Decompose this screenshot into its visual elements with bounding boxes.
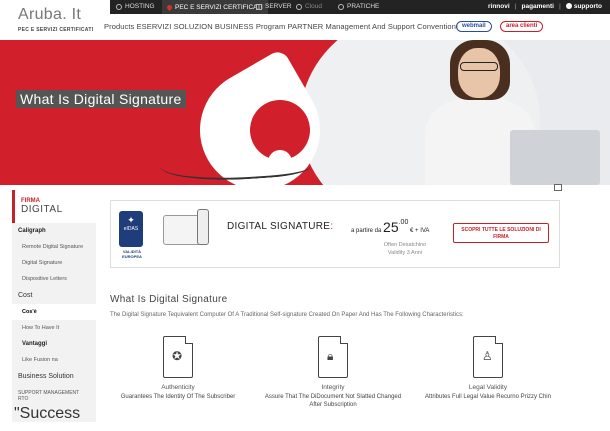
price-amount: 25 [383, 219, 399, 235]
service-nav: HOSTING PEC E SERVIZI CERTIFICATI SERVER… [110, 0, 610, 14]
eidas-badge: ✦ eIDAS [119, 211, 143, 247]
lock-glyph: 🔒︎ [327, 349, 334, 363]
sidebar-menu: FIRMA DIGITAL Caligraph Remote Digital S… [12, 190, 96, 422]
account-links: rinnovi | pagamenti | supporto [488, 3, 602, 10]
page-fold [495, 336, 503, 344]
price-prefix: a partire da [351, 228, 382, 234]
sidebar-item-vantaggi[interactable]: Vantaggi [12, 336, 96, 352]
laptop-image [510, 130, 600, 185]
nav-cloud-label: Cloud [305, 3, 322, 10]
product-card: ✦ eIDAS VALIDITÀ EUROPEA DIGITAL SIGNATU… [110, 200, 560, 268]
nav-hosting-label: HOSTING [125, 3, 155, 10]
woman-glasses [460, 62, 498, 71]
nav-pec-label: PEC E SERVIZI CERTIFICATI [175, 3, 263, 11]
success-heading: "Success [14, 405, 81, 422]
product-title: DIGITAL SIGNATURE: [227, 221, 333, 232]
sidebar-item-how-to[interactable]: How To Have It [12, 320, 96, 336]
person-document-icon: ♙ [473, 336, 503, 378]
nav-cloud[interactable]: Cloud [296, 3, 322, 10]
link-pagamenti[interactable]: pagamenti [521, 3, 554, 10]
discover-solutions-button[interactable]: SCOPRI TUTTE LE SOLUZIONI DI FIRMA [453, 223, 549, 243]
hero-banner: What Is Digital Signature [0, 40, 610, 185]
woman-face [458, 48, 500, 98]
sidebar-item-cost[interactable]: Cost [12, 287, 96, 304]
sidebar-item-caligraph[interactable]: Caligraph [12, 223, 96, 239]
section-title: What Is Digital Signature [110, 294, 228, 305]
aruba-logo[interactable]: Aruba. It PEC E SERVIZI CERTIFICATI [18, 6, 98, 33]
product-title-text: DIGITAL SIGNATURE [227, 221, 331, 232]
brand-name: Aruba. It [18, 6, 82, 23]
server-icon [256, 3, 262, 10]
sidebar-header: FIRMA DIGITAL [12, 190, 96, 223]
webmail-button[interactable]: webmail [456, 21, 492, 32]
ribbon-document-icon: ✪ [163, 336, 193, 378]
sidebar-head-big: DIGITAL [21, 204, 63, 215]
sidebar-item-business[interactable]: Business Solution [12, 368, 96, 385]
nav-pratiche[interactable]: PRATICHE [338, 3, 379, 10]
globe-icon [116, 3, 122, 10]
cloud-icon [296, 3, 302, 10]
price-cents: .00 [398, 219, 409, 226]
separator: | [514, 3, 517, 10]
title-accent: : [330, 221, 334, 232]
product-subnav[interactable]: Products ESERVIZI SOLUZION BUSINESS Prog… [104, 22, 458, 31]
page-fold [185, 336, 193, 344]
lock-document-icon: 🔒︎ [318, 336, 348, 378]
sidebar-item-like-fusion[interactable]: Like Fusion na [12, 352, 96, 368]
sidebar-item-support[interactable]: SUPPORT MANAGEMENT RTO [12, 385, 96, 407]
sidebar-item-letters[interactable]: Dispositive Letters [12, 271, 96, 287]
eidas-label: eIDAS [123, 226, 139, 232]
price-note: Often Desatchino Validity 3 Anni [383, 242, 427, 256]
link-supporto-label: supporto [573, 3, 602, 10]
top-bar: Aruba. It PEC E SERVIZI CERTIFICATI HOST… [0, 0, 610, 40]
ribbon-glyph: ✪ [172, 349, 183, 363]
check-icon [338, 3, 344, 10]
feature-authenticity: ✪ Authenticity Guarantees The Identity O… [108, 336, 248, 401]
brand-subtitle: PEC E SERVIZI CERTIFICATI [18, 27, 94, 33]
sidebar-item-remote[interactable]: Remote Digital Signature [12, 239, 96, 255]
page-fold [340, 336, 348, 344]
sidebar-item-digital-signature[interactable]: Digital Signature [12, 255, 96, 271]
feature-desc: Attributes Full Legal Value Recurno Priz… [425, 394, 551, 400]
area-clienti-button[interactable]: area clienti [500, 21, 544, 32]
sidebar-item-cose[interactable]: Cos'è [12, 304, 96, 320]
hero-title: What Is Digital Signature [16, 90, 186, 108]
section-description: The Digital Signature Tequivalent Comput… [110, 312, 464, 318]
price: a partire da 25.00 € + IVA [351, 219, 429, 235]
link-rinnovi[interactable]: rinnovi [488, 3, 510, 10]
person-glyph: ♙ [482, 349, 493, 363]
eu-stars-icon: ✦ [127, 215, 135, 225]
main-content: ✦ eIDAS VALIDITÀ EUROPEA DIGITAL SIGNATU… [108, 184, 610, 431]
nav-hosting[interactable]: HOSTING [116, 3, 155, 10]
eidas-subtitle: VALIDITÀ EUROPEA [122, 249, 142, 259]
feature-integrity: 🔒︎ Integrity Assure That The DiDocument … [263, 336, 403, 409]
print-icon[interactable] [554, 184, 562, 191]
price-suffix: € + IVA [410, 228, 430, 234]
feature-title: Legal Validity [468, 384, 508, 391]
feature-desc: Assure That The DiDocument Not Slatted C… [264, 394, 402, 408]
feature-title: Integrity [321, 384, 345, 391]
feature-title: Authenticity [161, 384, 195, 391]
nav-pratiche-label: PRATICHE [347, 3, 380, 10]
nav-server[interactable]: SERVER [256, 3, 292, 10]
usb-token-icon [197, 209, 209, 245]
sidebar: FIRMA DIGITAL Caligraph Remote Digital S… [12, 190, 96, 431]
support-icon [565, 3, 572, 10]
nav-server-label: SERVER [265, 3, 292, 10]
feature-desc: Guarantees The Identity Of The Subscribe… [120, 394, 236, 400]
separator: | [559, 3, 561, 10]
feature-legal-validity: ♙ Legal Validity Attributes Full Legal V… [418, 336, 558, 401]
link-supporto[interactable]: supporto [565, 3, 602, 10]
location-pin-icon [165, 3, 174, 11]
nav-pec[interactable]: PEC E SERVIZI CERTIFICATI [162, 0, 268, 14]
